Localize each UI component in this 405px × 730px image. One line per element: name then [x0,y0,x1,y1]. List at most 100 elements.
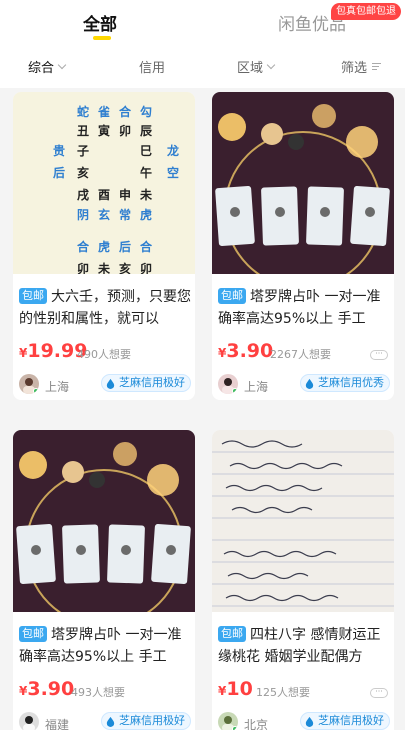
free-shipping-badge: 包邮 [19,288,47,304]
product-image [212,430,394,612]
divination-chart-image: 蛇雀合勾丑寅卯辰贵子巳龙后亥午空戌酉申未阴玄常虎合虎后合卯未亥卯 [53,104,179,274]
seller-avatar-image [23,716,35,730]
online-dot [232,726,238,730]
want-count: 490人想要 [77,348,131,361]
free-shipping-badge: 包邮 [218,288,246,304]
top-tabs: 全部 闲鱼优品 包真包邮包退 [0,0,405,44]
chart-glyph: 合 [119,104,132,119]
filter-icon [372,62,382,71]
chart-glyph: 玄 [98,207,110,222]
product-title: 包邮 塔罗牌占卟 一对一准确率高达95%以上 手工 [218,286,390,330]
product-price: ¥3.90 [19,678,74,700]
credit-label: 芝麻信用优秀 [318,376,384,389]
filter-filter-label: 筛选 [341,61,368,76]
seller-location: 北京 [244,718,269,730]
seller-location: 上海 [45,380,70,394]
tab-all[interactable]: 全部 [83,10,117,40]
product-card[interactable]: 包邮 塔罗牌占卟 一对一准确率高达95%以上 手工 ¥3.90 2267人想要 ·… [212,92,394,400]
seller-location: 上海 [244,380,269,394]
chart-glyph: 子 [77,144,89,158]
chart-glyph: 亥 [119,261,131,274]
chart-glyph: 常 [119,207,131,222]
price-value: 3.90 [226,340,274,362]
chart-glyph: 阴 [77,207,89,222]
chart-glyph: 卯 [140,261,152,274]
product-title: 包邮 四柱八字 感情财运正缘桃花 婚姻学业配偶方 [218,624,390,668]
price-value: 10 [226,678,253,700]
chart-glyph: 未 [97,261,110,274]
avatar[interactable] [19,374,39,394]
chart-glyph: 贵 [53,143,65,158]
tarot-cards-image [212,92,394,274]
chart-glyph: 合 [140,239,153,254]
chart-glyph: 午 [140,165,152,180]
want-count: 2267人想要 [270,348,331,361]
chart-glyph: 虎 [98,239,110,254]
filter-region-label: 区域 [237,61,264,76]
chart-glyph: 未 [139,187,152,202]
active-tab-indicator [93,36,111,40]
credit-label: 芝麻信用极好 [318,714,384,727]
product-image [212,92,394,274]
chart-glyph: 卯 [77,261,89,274]
sesame-credit-icon [305,378,314,389]
chart-glyph: 申 [119,187,131,202]
chart-glyph: 戌 [77,187,89,202]
chart-glyph: 卯 [119,123,131,138]
chart-glyph: 寅 [98,123,110,138]
credit-badge: 芝麻信用极好 [101,712,191,730]
price-value: 3.90 [27,678,75,700]
product-price: ¥10 [218,678,253,700]
filter-region[interactable]: 区域 [237,57,276,76]
more-options-button[interactable]: ··· [370,350,388,360]
credit-badge: 芝麻信用优秀 [300,374,390,392]
chart-glyph: 雀 [97,104,110,119]
chart-glyph: 蛇 [77,104,89,119]
chart-glyph: 巳 [140,144,152,158]
chart-glyph: 龙 [167,143,179,158]
more-options-button[interactable]: ··· [370,688,388,698]
online-dot [232,388,238,394]
product-card[interactable]: 包邮 塔罗牌占卟 一对一准确率高达95%以上 手工 ¥3.90 493人想要 福建… [13,430,195,730]
handwritten-notes-image [212,430,394,612]
sesame-credit-icon [106,716,115,727]
chart-glyph: 辰 [140,124,152,138]
chevron-down-icon [266,60,276,69]
avatar[interactable] [218,712,238,730]
online-dot [33,388,39,394]
product-title: 包邮 塔罗牌占卟 一对一准确率高达95%以上 手工 [19,624,191,668]
product-image [13,430,195,612]
filter-filter[interactable]: 筛选 [341,57,382,76]
filter-comprehensive-label: 综合 [28,61,55,76]
chart-glyph: 后 [53,165,65,180]
chart-glyph: 酉 [98,188,110,202]
credit-badge: 芝麻信用极好 [300,712,390,730]
product-card[interactable]: 包邮 四柱八字 感情财运正缘桃花 婚姻学业配偶方 ¥10 125人想要 ··· 北… [212,430,394,730]
sesame-credit-icon [305,716,314,727]
chart-glyph: 虎 [140,207,152,222]
seller-location: 福建 [45,718,70,730]
filter-credit-label: 信用 [139,61,166,76]
tab-all-label: 全部 [83,15,117,35]
avatar[interactable] [19,712,39,730]
product-title: 包邮 大六壬，预测，只要您的性别和属性，就可以 [19,286,191,330]
product-card[interactable]: 蛇雀合勾丑寅卯辰贵子巳龙后亥午空戌酉申未阴玄常虎合虎后合卯未亥卯 包邮 大六壬，预… [13,92,195,400]
product-image: 蛇雀合勾丑寅卯辰贵子巳龙后亥午空戌酉申未阴玄常虎合虎后合卯未亥卯 [13,92,195,274]
credit-label: 芝麻信用极好 [119,376,185,389]
want-count: 125人想要 [256,686,310,699]
avatar[interactable] [218,374,238,394]
filter-bar: 综合 信用 区域 筛选 [0,44,405,88]
chart-glyph: 丑 [77,124,89,138]
free-shipping-badge: 包邮 [218,626,246,642]
chart-glyph: 空 [167,165,179,180]
free-shipping-badge: 包邮 [19,626,47,642]
chevron-down-icon [57,60,67,69]
want-count: 493人想要 [71,686,125,699]
chart-glyph: 勾 [140,104,152,119]
promo-badge: 包真包邮包退 [331,3,401,20]
filter-comprehensive[interactable]: 综合 [28,57,67,76]
filter-credit[interactable]: 信用 [139,57,165,76]
sesame-credit-icon [106,378,115,389]
chart-glyph: 后 [119,239,131,254]
tarot-cards-image [13,430,195,612]
